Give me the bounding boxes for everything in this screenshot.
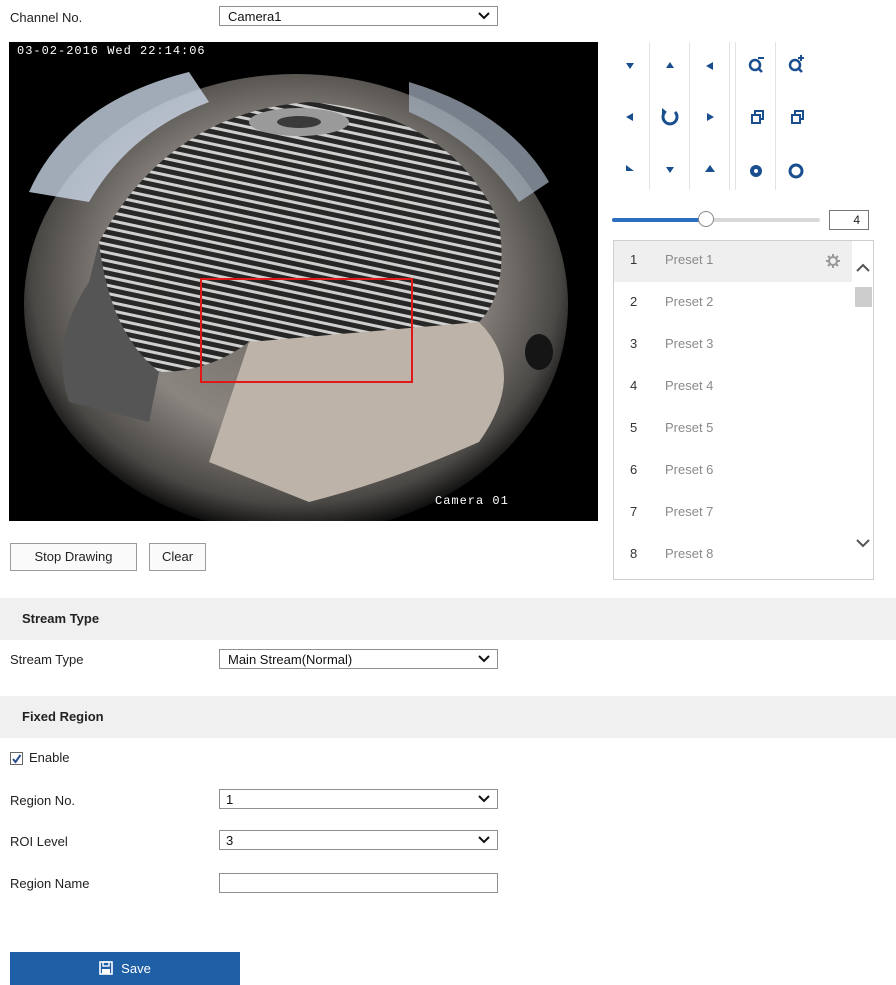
preset-item[interactable]: 2 Preset 2 <box>614 283 852 324</box>
zoom-in-button[interactable] <box>778 42 814 80</box>
arrow-up-right-icon <box>705 165 715 172</box>
enable-label: Enable <box>29 750 70 765</box>
arrow-up-left-icon <box>626 165 634 171</box>
gear-icon[interactable] <box>825 253 841 269</box>
clear-button[interactable]: Clear <box>149 543 206 571</box>
chevron-down-icon[interactable] <box>855 537 871 549</box>
preset-scrollbar-thumb[interactable] <box>855 287 872 307</box>
ptz-speed-slider-track[interactable] <box>612 211 820 227</box>
stream-type-select-value: Main Stream(Normal) <box>228 652 353 667</box>
focus-near-button[interactable] <box>738 98 774 136</box>
chevron-up-icon[interactable] <box>855 261 871 273</box>
ptz-speed-slider-fill <box>612 218 706 222</box>
preset-name: Preset 7 <box>665 504 714 519</box>
ptz-up-right-button[interactable] <box>692 42 728 80</box>
preset-item[interactable]: 7 Preset 7 <box>614 493 852 534</box>
ptz-speed-value: 4 <box>853 213 860 227</box>
save-icon <box>99 961 113 975</box>
region-no-select-value: 1 <box>226 792 234 807</box>
preset-name: Preset 4 <box>665 378 714 393</box>
enable-checkbox[interactable] <box>10 752 23 765</box>
ptz-speed-input[interactable]: 4 <box>829 210 869 230</box>
channel-select-value: Camera1 <box>228 9 282 24</box>
chevron-down-icon <box>478 655 490 663</box>
preset-number: 1 <box>630 252 638 267</box>
ptz-up-left-button[interactable] <box>612 42 648 80</box>
preset-number: 3 <box>630 336 638 351</box>
arrow-left-small-icon <box>706 62 713 70</box>
stream-type-label: Stream Type <box>10 652 84 667</box>
preset-item[interactable]: 8 Preset 8 <box>614 535 852 576</box>
ptz-up-button[interactable] <box>652 42 688 80</box>
region-name-label: Region Name <box>10 876 90 891</box>
roi-level-select-value: 3 <box>226 833 234 848</box>
arrow-left-icon <box>626 113 633 121</box>
preset-name: Preset 3 <box>665 336 714 351</box>
focus-far-icon <box>791 110 804 124</box>
preset-number: 7 <box>630 504 638 519</box>
iris-open-button[interactable] <box>738 152 774 190</box>
zoom-out-button[interactable] <box>738 42 774 80</box>
refresh-icon <box>661 108 679 126</box>
stream-type-section-header: Stream Type <box>0 598 896 640</box>
chevron-down-icon <box>478 12 490 20</box>
focus-near-icon <box>751 110 764 124</box>
chevron-down-icon <box>478 836 490 844</box>
preset-scrollbar[interactable] <box>853 241 873 579</box>
preset-name: Preset 8 <box>665 546 714 561</box>
ptz-down-button[interactable] <box>652 152 688 190</box>
preset-item[interactable]: 5 Preset 5 <box>614 409 852 450</box>
preset-number: 4 <box>630 378 638 393</box>
region-name-input[interactable] <box>219 873 498 893</box>
save-button[interactable]: Save <box>10 952 240 985</box>
ptz-down-left-button[interactable] <box>612 152 648 190</box>
roi-level-label: ROI Level <box>10 834 68 849</box>
region-no-select[interactable]: 1 <box>219 789 498 809</box>
channel-label: Channel No. <box>10 10 83 25</box>
preset-list-panel: 1 Preset 1 2 Preset 2 3 Preset 3 4 Preset 4 5 Pre… <box>613 240 874 580</box>
arrow-right-icon <box>707 113 714 121</box>
focus-far-button[interactable] <box>778 98 814 136</box>
iris-open-icon <box>750 165 762 177</box>
ptz-down-right-button[interactable] <box>692 152 728 190</box>
preset-name: Preset 6 <box>665 462 714 477</box>
video-camera-label: Camera 01 <box>435 494 509 508</box>
preset-number: 8 <box>630 546 638 561</box>
stream-type-select[interactable]: Main Stream(Normal) <box>219 649 498 669</box>
preset-item[interactable]: 1 Preset 1 <box>614 241 852 282</box>
ptz-auto-button[interactable] <box>652 98 688 136</box>
arrow-down-left-icon <box>626 63 634 69</box>
ptz-left-button[interactable] <box>612 98 648 136</box>
live-video-view[interactable]: 03-02-2016 Wed 22:14:06 Camera 01 <box>9 42 598 521</box>
stop-drawing-button[interactable]: Stop Drawing <box>10 543 137 571</box>
chevron-down-icon <box>478 795 490 803</box>
zoom-in-icon <box>788 55 804 73</box>
fixed-region-section-title: Fixed Region <box>22 709 104 724</box>
preset-number: 5 <box>630 420 638 435</box>
preset-name: Preset 1 <box>665 252 714 267</box>
roi-region-box[interactable] <box>200 278 413 383</box>
ptz-speed-slider-knob[interactable] <box>697 211 714 227</box>
preset-item[interactable]: 6 Preset 6 <box>614 451 852 492</box>
zoom-out-icon <box>748 57 764 73</box>
ptz-right-button[interactable] <box>692 98 728 136</box>
video-timestamp: 03-02-2016 Wed 22:14:06 <box>17 44 206 58</box>
preset-name: Preset 2 <box>665 294 714 309</box>
channel-select[interactable]: Camera1 <box>219 6 498 26</box>
preset-number: 2 <box>630 294 638 309</box>
preset-name: Preset 5 <box>665 420 714 435</box>
checkmark-icon <box>12 754 22 764</box>
arrow-up-icon <box>666 62 674 68</box>
iris-close-icon <box>788 163 804 179</box>
preset-item[interactable]: 3 Preset 3 <box>614 325 852 366</box>
preset-number: 6 <box>630 462 638 477</box>
save-label: Save <box>121 961 151 976</box>
roi-level-select[interactable]: 3 <box>219 830 498 850</box>
arrow-down-icon <box>666 167 674 173</box>
fixed-region-section-header: Fixed Region <box>0 696 896 738</box>
stream-type-section-title: Stream Type <box>22 611 100 626</box>
preset-item[interactable]: 4 Preset 4 <box>614 367 852 408</box>
region-no-label: Region No. <box>10 793 76 808</box>
iris-close-button[interactable] <box>778 152 814 190</box>
